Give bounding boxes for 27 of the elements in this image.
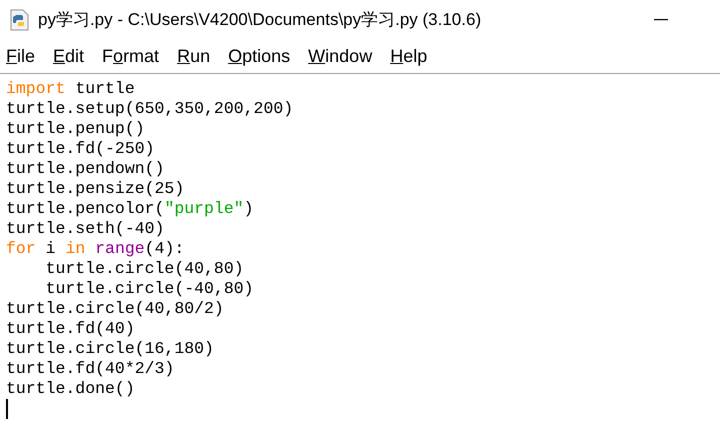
code-line: turtle.circle(16,180) (6, 339, 214, 359)
menu-item[interactable]: Run (177, 46, 210, 68)
code-line: turtle.penup() (6, 119, 145, 139)
code-line: turtle.fd(40) (6, 319, 135, 339)
code-line: turtle.pencolor("purple") (6, 199, 254, 219)
menu-item[interactable]: Window (308, 46, 372, 68)
python-file-icon (10, 9, 30, 31)
code-line: import turtle (6, 79, 135, 99)
text-cursor (6, 399, 8, 419)
menu-item[interactable]: Help (390, 46, 428, 68)
window-title: py学习.py - C:\Users\V4200\Documents\py学习.py (3.10.6) (38, 9, 482, 32)
minimize-icon[interactable] (654, 19, 668, 21)
code-line: turtle.pendown() (6, 159, 164, 179)
code-line: turtle.fd(40*2/3) (6, 359, 174, 379)
code-line: turtle.fd(-250) (6, 139, 155, 159)
code-line: turtle.circle(40,80) (44, 259, 244, 279)
code-line: turtle.done() (6, 379, 135, 399)
menu-item[interactable]: Format (102, 46, 160, 68)
code-line: turtle.seth(-40) (6, 219, 164, 239)
code-line: for i in range(4): (6, 239, 184, 259)
code-line: turtle.circle(-40,80) (44, 279, 254, 299)
menu-item[interactable]: Options (228, 46, 290, 68)
menu-item[interactable]: Edit (53, 46, 84, 68)
code-line: turtle.setup(650,350,200,200) (6, 99, 294, 119)
menu-item[interactable]: File (6, 46, 36, 68)
code-line: turtle.circle(40,80/2) (6, 299, 224, 319)
code-line: turtle.pensize(25) (6, 179, 184, 199)
